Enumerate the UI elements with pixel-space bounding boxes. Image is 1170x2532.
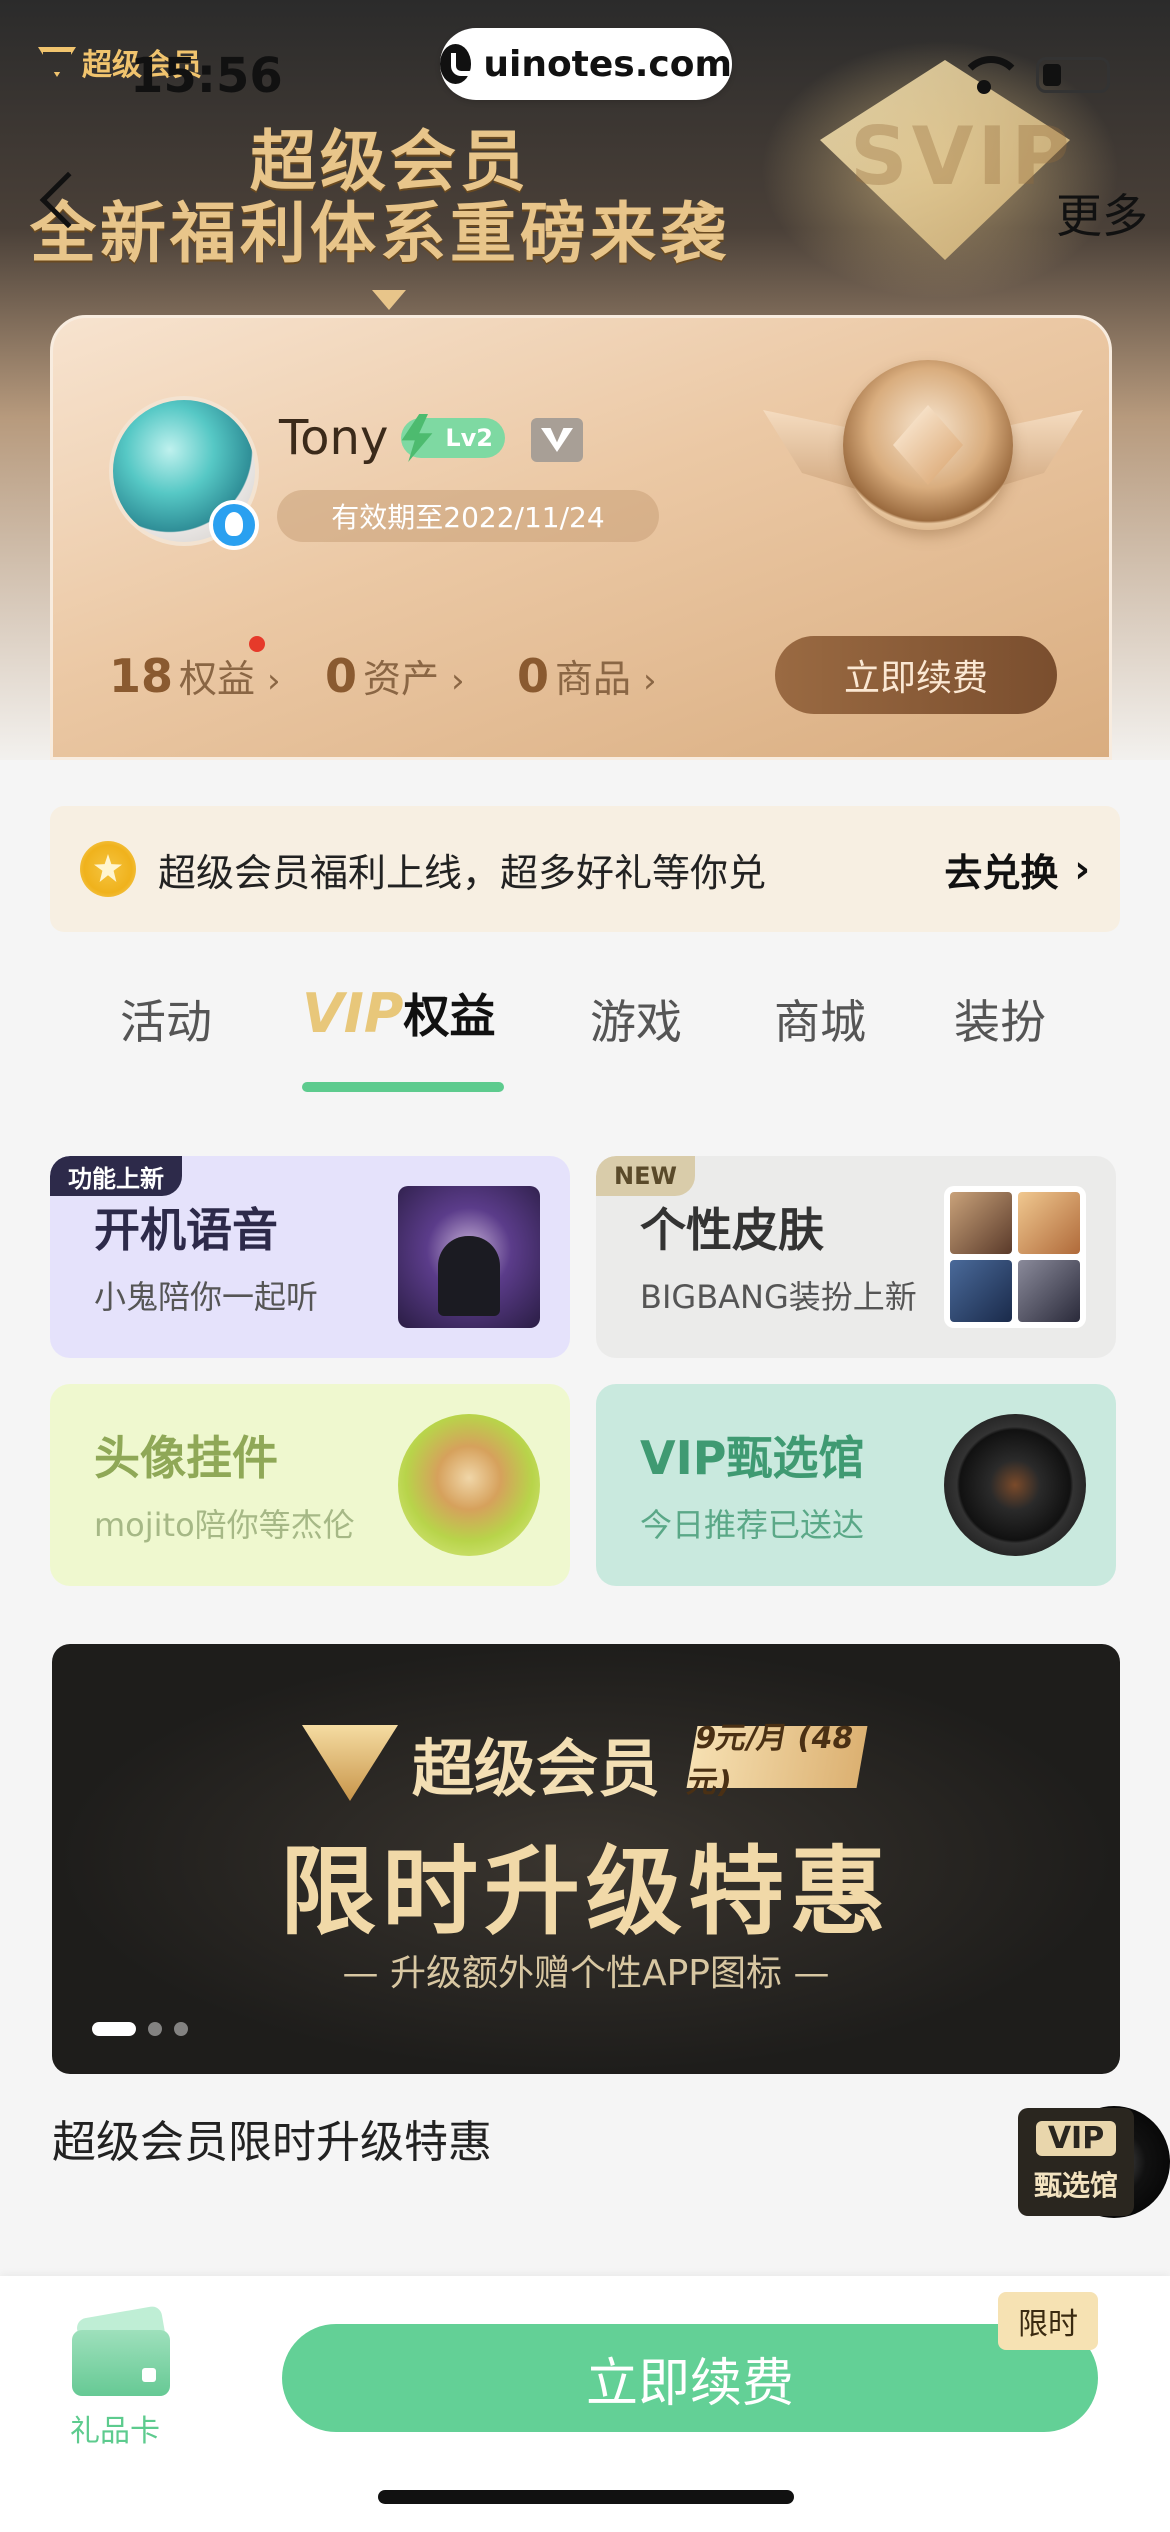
feature-subtitle: BIGBANG装扮上新 xyxy=(640,1278,917,1316)
stat-goods-value: 0 xyxy=(517,649,550,703)
level-badge[interactable]: Lv2 xyxy=(401,414,505,462)
stat-goods[interactable]: 0 商品 › xyxy=(517,648,657,703)
home-indicator[interactable] xyxy=(378,2490,794,2504)
tab-mall[interactable]: 商城 xyxy=(774,986,866,1052)
feature-boot-voice[interactable]: 功能上新 开机语音 小鬼陪你一起听 xyxy=(50,1156,570,1358)
feature-title: 头像挂件 xyxy=(94,1431,278,1485)
gift-card-front xyxy=(72,2330,170,2396)
feature-badge: 功能上新 xyxy=(50,1156,182,1196)
chevron-right-icon: › xyxy=(1074,847,1090,891)
status-time: 15:56 xyxy=(130,48,283,104)
gem-icon xyxy=(38,47,76,77)
skin-thumb xyxy=(1018,1260,1080,1322)
tab-games[interactable]: 游戏 xyxy=(590,986,682,1052)
banner-title: 限时升级特惠 xyxy=(280,1836,892,1948)
album-cover-image xyxy=(398,1186,540,1328)
user-name: Tony xyxy=(279,410,389,466)
renew-cta-button[interactable]: 立即续费 xyxy=(282,2324,1098,2432)
tab-vip-prefix: VIP xyxy=(302,982,404,1045)
chevron-right-icon: › xyxy=(643,661,657,701)
feature-title: 个性皮肤 xyxy=(640,1203,824,1257)
pendant-avatar-image xyxy=(398,1414,540,1556)
chevron-right-icon: › xyxy=(267,661,281,701)
stat-benefits-label: 权益 xyxy=(179,657,256,701)
banner-brand: 超级会员 xyxy=(302,1718,660,1808)
redeem-label: 去兑换 xyxy=(944,850,1059,895)
status-icons xyxy=(958,56,1110,94)
price-tag: 9元/月 (48元) xyxy=(684,1721,868,1800)
vip-float-box: VIP 甄选馆 xyxy=(1018,2108,1134,2216)
notice-bar[interactable]: 超级会员福利上线，超多好礼等你兑 去兑换 › xyxy=(50,806,1120,932)
banner-brand-text: 超级会员 xyxy=(412,1732,661,1805)
url-text: uinotes.com xyxy=(483,43,732,85)
chevron-right-icon: › xyxy=(451,661,465,701)
banner-caption: 超级会员限时升级特惠 xyxy=(52,2117,492,2168)
tab-dressup[interactable]: 装扮 xyxy=(954,986,1046,1052)
tab-vip-label: 权益 xyxy=(403,989,496,1043)
stat-goods-label: 商品 xyxy=(555,657,632,701)
float-line-2: 甄选馆 xyxy=(1033,2168,1118,2202)
feature-title: VIP甄选馆 xyxy=(640,1431,865,1485)
skin-preview-grid xyxy=(944,1186,1086,1328)
active-tab-indicator xyxy=(302,1082,504,1092)
battery-icon xyxy=(1036,57,1110,93)
feature-subtitle: mojito陪你等杰伦 xyxy=(94,1506,355,1544)
tab-vip-benefits[interactable]: VIP权益 xyxy=(302,980,495,1046)
stat-benefits-value: 18 xyxy=(109,649,174,703)
carousel-dot[interactable] xyxy=(92,2022,136,2036)
feature-title: 开机语音 xyxy=(94,1203,278,1257)
renew-button[interactable]: 立即续费 xyxy=(775,636,1057,714)
more-button[interactable]: 更多 xyxy=(1056,180,1148,246)
wifi-icon xyxy=(958,56,1024,94)
qq-penguin-icon xyxy=(209,500,259,550)
vip-selection-float-button[interactable]: VIP 甄选馆 xyxy=(1018,2106,1170,2218)
carousel-dot[interactable] xyxy=(174,2022,188,2036)
redeem-link[interactable]: 去兑换 › xyxy=(944,842,1090,897)
level-text: Lv2 xyxy=(445,424,493,452)
feature-subtitle: 今日推荐已送达 xyxy=(640,1506,865,1544)
feature-subtitle: 小鬼陪你一起听 xyxy=(94,1278,319,1316)
url-pill[interactable]: uinotes.com xyxy=(440,28,732,100)
star-coin-icon xyxy=(80,841,136,897)
feature-vip-selection[interactable]: VIP甄选馆 今日推荐已送达 xyxy=(596,1384,1116,1586)
banner-subtitle: — 升级额外赠个性APP图标 — xyxy=(342,1953,830,1994)
feature-avatar-pendant[interactable]: 头像挂件 mojito陪你等杰伦 xyxy=(50,1384,570,1586)
stat-benefits[interactable]: 18 权益 › xyxy=(109,648,281,703)
limited-time-badge: 限时 xyxy=(998,2292,1098,2350)
site-logo-icon xyxy=(440,44,480,84)
gift-card-icon[interactable] xyxy=(72,2304,171,2398)
gift-card-label[interactable]: 礼品卡 xyxy=(70,2406,160,2450)
skin-thumb xyxy=(950,1192,1012,1254)
vip-v-icon[interactable] xyxy=(531,418,583,462)
notice-text: 超级会员福利上线，超多好礼等你兑 xyxy=(158,850,767,895)
float-line-1: VIP xyxy=(1035,2120,1117,2156)
tab-activity[interactable]: 活动 xyxy=(120,986,212,1052)
feature-skin[interactable]: NEW 个性皮肤 BIGBANG装扮上新 xyxy=(596,1156,1116,1358)
carousel-dot[interactable] xyxy=(148,2022,162,2036)
stat-assets-value: 0 xyxy=(325,649,358,703)
stat-assets[interactable]: 0 资产 › xyxy=(325,648,465,703)
notification-dot xyxy=(249,636,265,652)
svip-medal-icon xyxy=(763,350,1083,580)
carousel-dots[interactable] xyxy=(92,2022,188,2036)
gem-icon xyxy=(302,1725,398,1801)
expire-date: 有效期至2022/11/24 xyxy=(277,490,659,542)
member-card: Tony Lv2 有效期至2022/11/24 18 权益 › 0 资产 › 0… xyxy=(50,315,1112,760)
svip-watermark: SVIP xyxy=(850,110,1074,203)
triangle-down-icon xyxy=(372,290,406,310)
stat-assets-label: 资产 xyxy=(363,657,440,701)
feature-badge: NEW xyxy=(596,1156,695,1196)
lightning-icon xyxy=(401,414,433,462)
category-tabs: 活动 VIP权益 游戏 商城 装扮 xyxy=(50,982,1120,1092)
skin-thumb xyxy=(950,1260,1012,1322)
vinyl-record-icon xyxy=(944,1414,1086,1556)
skin-thumb xyxy=(1018,1192,1080,1254)
hero-headline-2: 全新福利体系重磅来袭 xyxy=(30,195,730,272)
promo-banner[interactable]: 超级会员 9元/月 (48元) 限时升级特惠 — 升级额外赠个性APP图标 — xyxy=(52,1644,1120,2074)
